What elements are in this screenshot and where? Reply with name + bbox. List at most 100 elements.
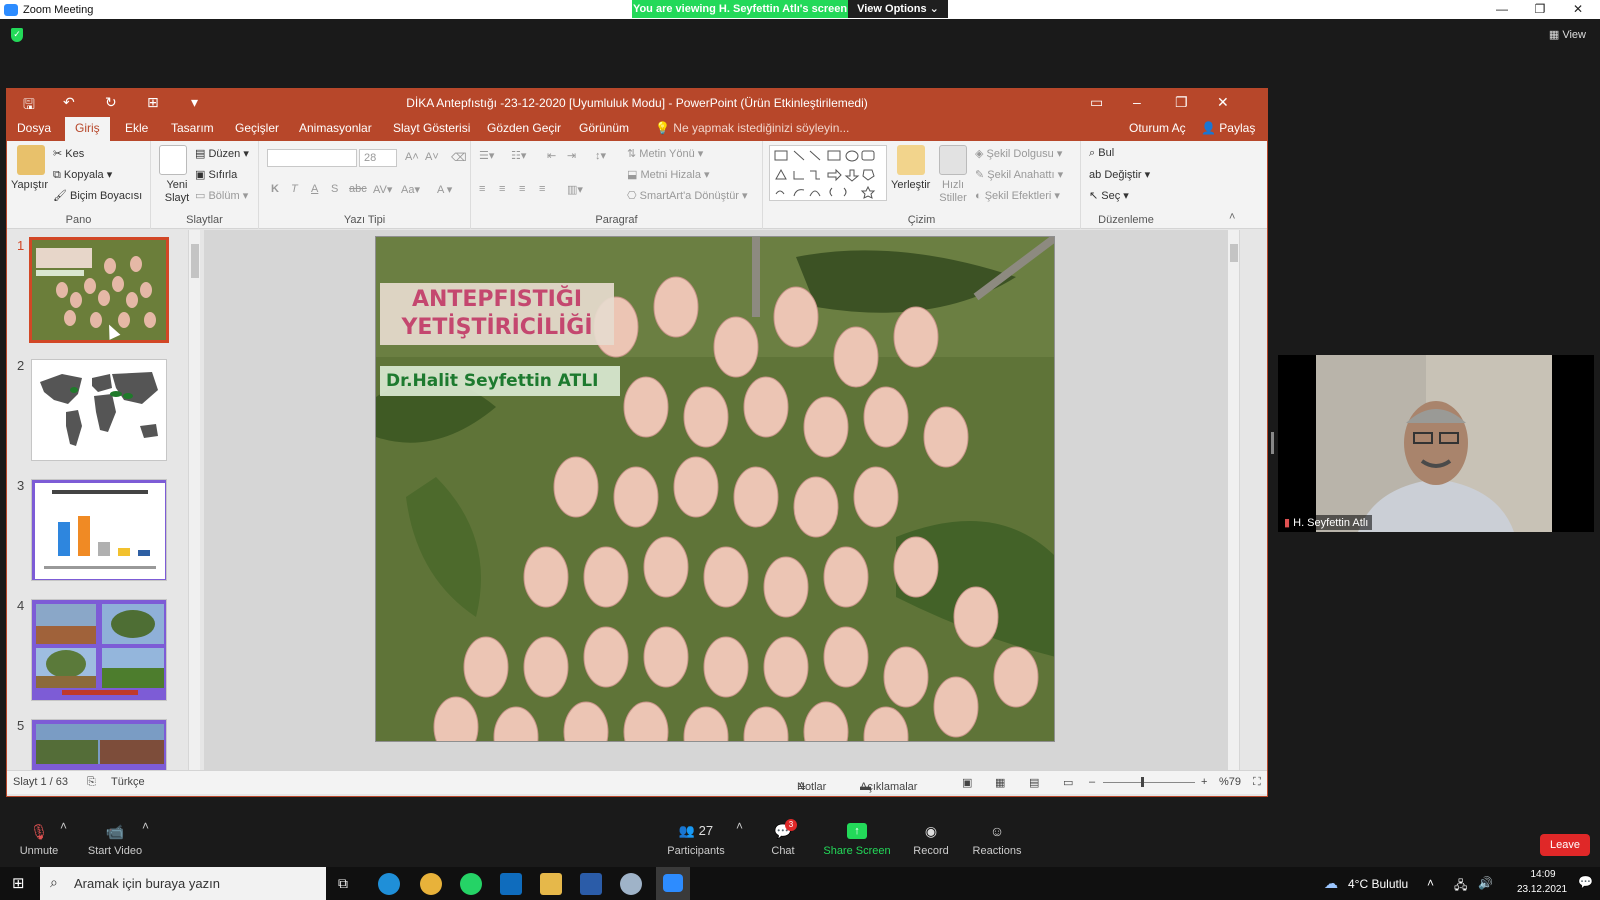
word-icon[interactable] xyxy=(580,873,602,895)
shrink-font-icon[interactable]: A˅ xyxy=(425,151,439,163)
align-right-icon[interactable]: ≡ xyxy=(519,183,525,195)
whatsapp-icon[interactable] xyxy=(460,873,482,895)
current-slide[interactable]: ANTEPFISTIĞI YETİŞTİRİCİLİĞİ Dr.Halit Se… xyxy=(375,236,1055,742)
tab-tasarim[interactable]: Tasarım xyxy=(171,121,214,135)
slideshow-view-icon[interactable]: ▭ xyxy=(1063,776,1073,789)
participants-button[interactable]: 👥 27 Participants xyxy=(660,813,732,867)
share-screen-button[interactable]: ↑ Share Screen xyxy=(822,813,892,867)
zoom-level[interactable]: %79 xyxy=(1219,776,1241,788)
new-slide-button[interactable]: Yeni Slayt xyxy=(159,179,195,205)
line-spacing-icon[interactable]: ↕▾ xyxy=(595,149,606,162)
outlook-icon[interactable] xyxy=(500,873,522,895)
chat-button[interactable]: 💬 3 Chat xyxy=(748,813,818,867)
ribbon-display-options-icon[interactable]: ▭ xyxy=(1090,94,1103,111)
language-status[interactable]: Türkçe xyxy=(111,776,145,788)
align-text-button[interactable]: ⬓ Metni Hizala ▾ xyxy=(627,168,710,181)
tab-animasyonlar[interactable]: Animasyonlar xyxy=(299,121,372,135)
italic-icon[interactable]: T xyxy=(291,183,298,195)
collapse-ribbon-icon[interactable]: ˄ xyxy=(1229,211,1235,223)
font-name-box[interactable] xyxy=(267,149,357,167)
decrease-indent-icon[interactable]: ⇤ xyxy=(547,149,556,162)
replace-button[interactable]: ab Değiştir ▾ xyxy=(1089,168,1150,181)
tab-ekle[interactable]: Ekle xyxy=(125,121,148,135)
tab-gecisler[interactable]: Geçişler xyxy=(235,121,279,135)
sign-in-link[interactable]: Oturum Aç xyxy=(1129,121,1186,135)
weather-text[interactable]: 4°C Bulutlu xyxy=(1348,877,1408,891)
clear-format-icon[interactable]: ⌫ xyxy=(451,151,467,164)
ppt-restore-icon[interactable]: ❐ xyxy=(1175,94,1188,111)
align-left-icon[interactable]: ≡ xyxy=(479,183,485,195)
reset-button[interactable]: ▣ Sıfırla xyxy=(195,168,237,181)
edge-browser-icon[interactable] xyxy=(378,873,400,895)
paste-icon[interactable] xyxy=(17,145,45,175)
smartart-button[interactable]: ⎔ SmartArt'a Dönüştür ▾ xyxy=(627,189,748,202)
spellcheck-icon[interactable]: ⎘ xyxy=(87,776,96,789)
taskbar-search-box[interactable]: ⌕ Aramak için buraya yazın xyxy=(40,867,326,900)
normal-view-icon[interactable]: ▣ xyxy=(962,776,972,789)
notifications-icon[interactable]: 💬 xyxy=(1578,875,1593,889)
video-options-chevron-icon[interactable]: ˄ xyxy=(142,819,149,833)
participant-video-tile[interactable]: ▮ H. Seyfettin Atlı xyxy=(1278,355,1594,532)
zoom-in-icon[interactable]: + xyxy=(1201,776,1207,788)
editor-scrollbar[interactable] xyxy=(1227,230,1239,770)
show-hidden-icons-icon[interactable]: ˄ xyxy=(1427,876,1434,890)
reactions-button[interactable]: ☺ Reactions xyxy=(962,813,1032,867)
section-button[interactable]: ▭ Bölüm ▾ xyxy=(195,189,248,202)
shapes-gallery[interactable] xyxy=(769,145,887,201)
shape-fill-button[interactable]: ◈ Şekil Dolgusu ▾ xyxy=(975,147,1062,160)
view-options-button[interactable]: View Options ⌄ xyxy=(848,0,948,18)
view-layout-button[interactable]: ▦ View xyxy=(1549,28,1586,41)
encryption-shield-icon[interactable]: ✓ xyxy=(11,28,23,42)
zoom-app-icon[interactable] xyxy=(656,867,690,900)
format-painter-button[interactable]: 🖌 Biçim Boyacısı xyxy=(53,189,142,202)
numbering-icon[interactable]: ☷▾ xyxy=(511,149,526,162)
restore-icon[interactable]: ❐ xyxy=(1522,0,1558,19)
justify-icon[interactable]: ≡ xyxy=(539,183,545,195)
record-button[interactable]: ◉ Record xyxy=(896,813,966,867)
shape-outline-button[interactable]: ✎ Şekil Anahattı ▾ xyxy=(975,168,1063,181)
panel-resize-handle[interactable] xyxy=(1271,432,1274,454)
font-color-icon[interactable]: A ▾ xyxy=(437,183,452,196)
zoom-slider-handle[interactable] xyxy=(1141,777,1144,787)
char-spacing-icon[interactable]: AV▾ xyxy=(373,183,392,196)
zoom-slider[interactable] xyxy=(1103,782,1195,783)
chrome-browser-icon[interactable] xyxy=(420,873,442,895)
bullets-icon[interactable]: ☰▾ xyxy=(479,149,494,162)
shape-effects-button[interactable]: ◐ Şekil Efektleri ▾ xyxy=(975,189,1060,202)
slide-title-box[interactable]: ANTEPFISTIĞI YETİŞTİRİCİLİĞİ xyxy=(380,283,614,345)
new-slide-icon[interactable] xyxy=(159,145,187,175)
task-view-icon[interactable]: ⧉ xyxy=(338,875,348,892)
minimize-icon[interactable]: — xyxy=(1484,0,1520,19)
clock-date[interactable]: 23.12.2021 xyxy=(1512,884,1572,895)
reading-view-icon[interactable]: ▤ xyxy=(1029,776,1039,789)
share-button[interactable]: 👤 Paylaş xyxy=(1201,121,1255,135)
ppt-minimize-icon[interactable]: – xyxy=(1133,94,1141,110)
network-icon[interactable]: 🖧 xyxy=(1454,876,1467,897)
slide-thumbnail-4[interactable] xyxy=(31,599,167,701)
bold-icon[interactable]: K xyxy=(271,183,279,195)
tab-dosya[interactable]: Dosya xyxy=(17,121,51,135)
tab-gozden-gecir[interactable]: Gözden Geçir xyxy=(487,121,561,135)
audio-options-chevron-icon[interactable]: ˄ xyxy=(60,819,67,833)
layout-button[interactable]: ▤ Düzen ▾ xyxy=(195,147,249,160)
app-icon[interactable] xyxy=(620,873,642,895)
select-button[interactable]: ↖ Seç ▾ xyxy=(1089,189,1129,202)
underline-icon[interactable]: A xyxy=(311,183,318,195)
quick-styles-button[interactable]: Hızlı Stiller xyxy=(935,179,971,205)
shadow-icon[interactable]: S xyxy=(331,183,338,195)
windows-start-icon[interactable]: ⊞ xyxy=(12,874,25,892)
editor-scrollbar-thumb[interactable] xyxy=(1230,244,1238,262)
zoom-out-icon[interactable]: – xyxy=(1089,776,1095,788)
slide-thumbnail-3[interactable] xyxy=(31,479,167,581)
close-icon[interactable]: ✕ xyxy=(1560,0,1596,19)
change-case-icon[interactable]: Aa▾ xyxy=(401,183,420,196)
slide-thumbnail-2[interactable] xyxy=(31,359,167,461)
leave-button[interactable]: Leave xyxy=(1540,834,1590,856)
fit-to-window-icon[interactable]: ⛶ xyxy=(1253,776,1261,789)
start-video-button[interactable]: 📹 Start Video xyxy=(80,813,150,867)
columns-icon[interactable]: ▥▾ xyxy=(567,183,583,196)
text-direction-button[interactable]: ⇅ Metin Yönü ▾ xyxy=(627,147,703,160)
font-size-box[interactable]: 28 xyxy=(359,149,397,167)
find-button[interactable]: ⌕ Bul xyxy=(1089,147,1114,160)
arrange-icon[interactable] xyxy=(897,145,925,175)
